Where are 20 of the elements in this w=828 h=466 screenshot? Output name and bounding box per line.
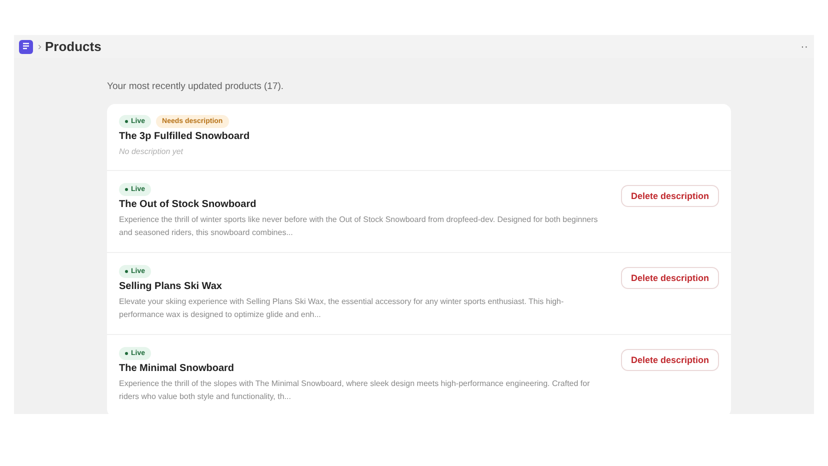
product-description: Experience the thrill of the slopes with The Minimal Snowboard, where sleek design meets high-performance engineering. Crafted for riders who value both style and functionality, th...: [119, 378, 591, 403]
product-description: Elevate your skiing experience with Selling Plans Ski Wax, the essential accessory for any winter sports enthusiast. This high-performance wax is designed to optimize glide and enh...: [119, 296, 565, 321]
status-dot-icon: [125, 352, 128, 355]
product-title: The Out of Stock Snowboard: [119, 199, 258, 210]
product-description: Experience the thrill of winter sports like never before with the Out of Stock Snowboard from dropfeed-dev. Designed for both beginners and seasoned riders, this snowboard combines...: [119, 214, 599, 239]
status-dot-icon: [125, 188, 128, 191]
delete-description-button[interactable]: Delete description: [620, 185, 719, 207]
chevron-right-icon: [38, 44, 42, 50]
app-logo-icon: [19, 40, 33, 54]
intro-text: Your most recently updated products (17).: [107, 81, 285, 92]
product-title: Selling Plans Ski Wax: [119, 281, 223, 292]
page-title: Products: [45, 39, 102, 54]
status-dot-icon: [125, 270, 128, 273]
more-menu-button[interactable]: ··: [800, 40, 808, 52]
product-title: The 3p Fulfilled Snowboard: [119, 131, 251, 142]
delete-description-button[interactable]: Delete description: [620, 267, 719, 289]
product-description: No description yet: [119, 146, 184, 158]
status-dot-icon: [125, 120, 128, 123]
product-title: The Minimal Snowboard: [119, 363, 236, 374]
delete-description-button[interactable]: Delete description: [620, 349, 719, 371]
